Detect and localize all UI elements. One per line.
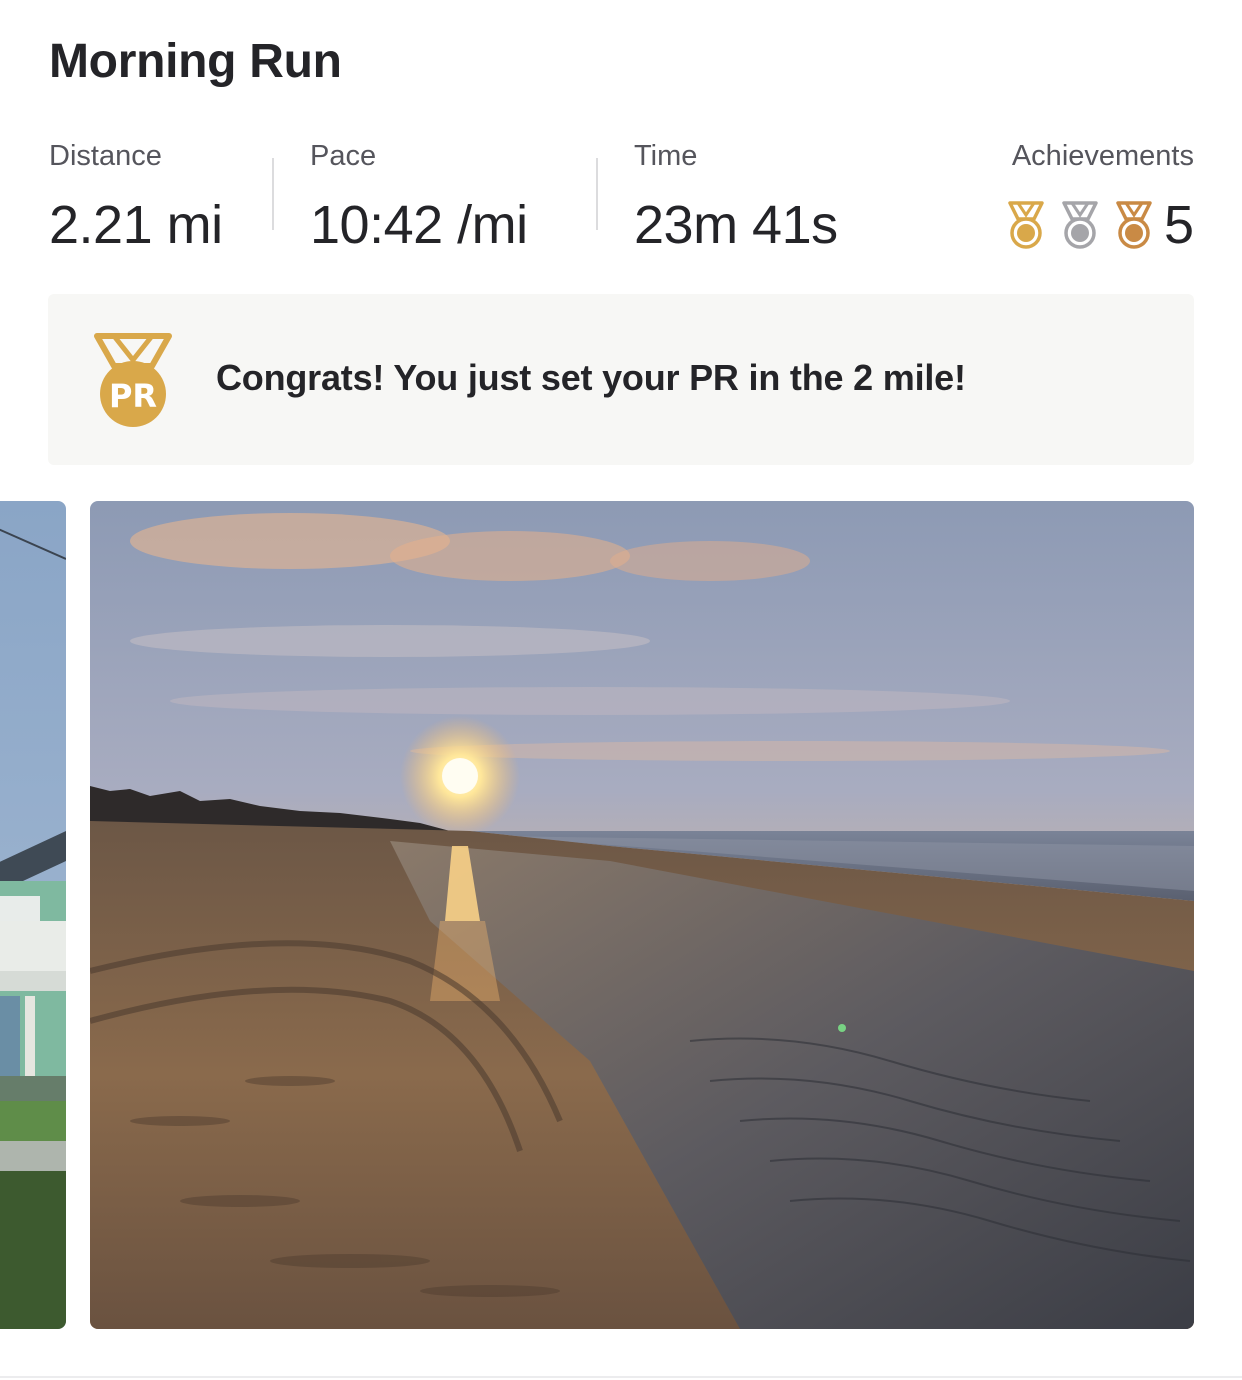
time-label: Time: [634, 140, 698, 172]
house-photo: [0, 501, 66, 1329]
pace-value: 10:42 /mi: [310, 195, 528, 255]
beach-sunset-image: [90, 501, 1194, 1329]
stat-divider: [596, 158, 598, 230]
achievements-count: 5: [1163, 195, 1194, 255]
pr-badge-text: PR: [109, 377, 157, 415]
previous-photo[interactable]: [0, 501, 66, 1329]
stat-pace: Pace 10:42 /mi: [310, 138, 528, 258]
activity-title: Morning Run: [49, 35, 342, 88]
beach-sunset-photo[interactable]: [90, 501, 1194, 1329]
silver-medal-icon: [1062, 201, 1098, 249]
achievements-row[interactable]: 5: [994, 192, 1194, 258]
bottom-divider: [0, 1376, 1242, 1378]
stats-row: Distance 2.21 mi Pace 10:42 /mi Time 23m…: [49, 138, 1194, 258]
stat-achievements[interactable]: Achievements 5: [994, 138, 1194, 258]
bronze-medal-icon: [1116, 201, 1152, 249]
pr-medal-icon: PR: [94, 333, 172, 427]
achievements-label: Achievements: [1011, 140, 1194, 172]
stat-distance: Distance 2.21 mi: [49, 138, 223, 258]
pr-banner[interactable]: PR Congrats! You just set your PR in the…: [48, 294, 1194, 465]
stat-time: Time 23m 41s: [634, 138, 838, 258]
pr-message: Congrats! You just set your PR in the 2 …: [216, 357, 966, 398]
stat-divider: [272, 158, 274, 230]
distance-value: 2.21 mi: [49, 195, 223, 255]
gold-medal-icon: [1008, 201, 1044, 249]
distance-label: Distance: [49, 140, 162, 172]
time-value: 23m 41s: [634, 195, 838, 255]
pace-label: Pace: [310, 140, 377, 172]
